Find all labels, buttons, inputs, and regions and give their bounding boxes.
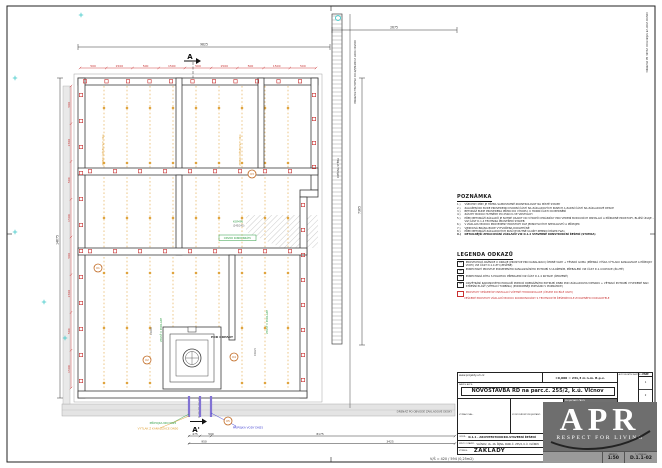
apr-logo: APR RESPECT FOR LIVING MĚŘÍTKO: 1:50 Č. …: [543, 402, 657, 463]
responsible-designer-label: ZODPOVĚDNÝ PROJEKTANT:: [512, 414, 541, 416]
dim-top-total: 9825: [200, 42, 208, 46]
legend-red-box: [457, 291, 464, 297]
nn-connection-label: PŘÍPOJKA NN DN25: [150, 420, 177, 425]
legend-item: 02PONECHANÝ PROSTUP PODZEMNÍHO KANALIZAČ…: [457, 268, 655, 274]
drawing-label: VÝKRES:: [459, 450, 468, 452]
project-name-label: NÁZEV AKCE:: [459, 384, 473, 386]
legend-section: LEGENDA ODKAZŮ 01PROSTUPOVÁ PAŽNICE U OK…: [457, 241, 655, 301]
dim-label: 500: [90, 64, 96, 68]
scale-value: 1:50: [608, 456, 619, 461]
dim-label: 500: [195, 64, 201, 68]
ref-marker-label: 01: [96, 266, 100, 270]
earthing-label-1: ZEMNICÍ PÁSEK FeZn 30/4: [102, 134, 105, 166]
copy-number: 1: [639, 377, 652, 390]
section-value: D.1.1 - ARCHITEKTONICKO-STAVEBNÍ ŘEŠENÍ: [468, 435, 535, 439]
ref-marker-label: 03: [250, 172, 254, 176]
dim-top-right: 2675: [390, 25, 398, 29]
dim-left-total: 14675: [55, 235, 59, 245]
dim-label: 500: [208, 432, 214, 436]
dim-right-total: 7365: [357, 206, 361, 214]
dim-label: 500: [67, 328, 71, 334]
dn125-label: DN125: [254, 348, 257, 356]
notes-title: POZNÁMKA: [457, 194, 492, 202]
dim-label: 1500: [220, 64, 228, 68]
soakaway-label: ODVOD VODY Z DRENÁŽE DO VSAKU NA POZEMKU: [353, 40, 358, 104]
dim-label: 1500: [67, 290, 71, 298]
dim-label: 1500: [168, 64, 176, 68]
drainage-label: DRENÁŽ PO OBVODĚ ZÁKLADOVÉ DESKY: [397, 409, 453, 414]
logo-strip: MĚŘÍTKO: 1:50 Č. VÝKRESU: D.1.1-02: [543, 451, 657, 463]
dim-label: 500: [67, 253, 71, 259]
dim-label: 500: [67, 102, 71, 108]
svg-text:A: A: [187, 53, 193, 61]
dim-label: 3425: [386, 440, 394, 444]
drafted-by-label: VYPRACOVAL:: [459, 414, 473, 416]
legend-item: 01PROSTUPOVÁ PAŽNICE U OKRAJE (PROSTUP P…: [457, 261, 655, 267]
website: www.projekty-uh.cz: [458, 373, 543, 382]
waste-label: POD ODPADY: [211, 335, 234, 339]
site-label: MÍSTO STAVBY:: [459, 443, 474, 445]
dim-label: 1500: [67, 214, 71, 222]
ref-marker-label: 02: [145, 358, 149, 362]
roof-drain-label: ODVOD VODY ZE STŘECH DO VSAKU NA POZEMKU: [645, 12, 648, 73]
ref-marker-label: 04: [232, 355, 236, 359]
dim-label: 500: [67, 177, 71, 183]
legend-red-item-2: VEŠKERÉ PROSTUPY ZÁKLADŮ BUDOU KOORDINOV…: [457, 297, 655, 300]
notes-section: POZNÁMKA 1.)VŠECHNY MÍRY JE TŘEBA SAMOST…: [457, 183, 655, 237]
legend-item: 03PONECHANÁ RÝHA S POLOHOU PŘEBALENÍ VIZ…: [457, 275, 655, 281]
chimney-label: KOMÍN: [233, 219, 243, 224]
dim-label: 8175: [316, 432, 324, 436]
dim-label: 500: [300, 64, 306, 68]
sewer-pressure-label: VÝTLAK Z KANALIZACE DN50: [138, 426, 179, 431]
dim-label: 950: [201, 440, 207, 444]
dn100-label: DN100: [150, 327, 153, 335]
floor-drain-label-1: VPUSŤ V PODLAZE: [158, 318, 163, 343]
dim-label: 500: [143, 64, 149, 68]
condensate-label: ODVOD KONDENZÁTU: [224, 235, 252, 240]
dim-label: 500: [248, 64, 254, 68]
drawing-name: ZÁKLADY: [474, 448, 505, 454]
ref-marker-label: 05: [226, 419, 230, 423]
dim-label: 1500: [116, 64, 124, 68]
chimney-size: (245/245): [233, 224, 244, 227]
legend-red-item: PROSTUPY VEŠKERÝCH INSTALACÍ VČETNĚ HYDR…: [457, 291, 655, 297]
svg-text:A': A': [192, 426, 200, 434]
elevation-datum: ±0,000 = 231,3 m n.m. B.p.v.: [543, 373, 617, 382]
dim-label: 1500: [67, 139, 71, 147]
paper-size-note: V/Š = 420 / 594 (0,25m2): [430, 457, 474, 461]
legend-title: LEGENDA ODKAZŮ: [457, 252, 513, 260]
site-value: VLČNOV, UL. 26. ŘÍJNA, PARC.Č. 255/2, K.…: [476, 443, 539, 446]
drawing-number: D.1.1-02: [630, 456, 652, 461]
earthing-label-2: ZEMNICÍ PÁSEK FeZn 30/4: [239, 134, 242, 166]
dim-label: 1500: [273, 64, 281, 68]
bottom-dimensions: 47550081759503425: [188, 432, 456, 445]
legend-item: 04ODVĚTRÁNÍ RADONOVÉHO PODLOŽÍ POMOCÍ DR…: [457, 282, 655, 288]
project-title: NOVOSTAVBA RD na parc.č. 255/2, k.ú. Vlč…: [461, 387, 615, 396]
section-label: ODDÍL:: [459, 436, 466, 438]
water-connection-label: PŘÍPOJKA VODY DN25: [233, 425, 263, 430]
dim-label: 1500: [67, 365, 71, 373]
note-line: 9.)DETAILNĚJŠÍ ZPRACOVÁNÍ ZÁKLADŮ VIZ D.…: [457, 233, 655, 236]
